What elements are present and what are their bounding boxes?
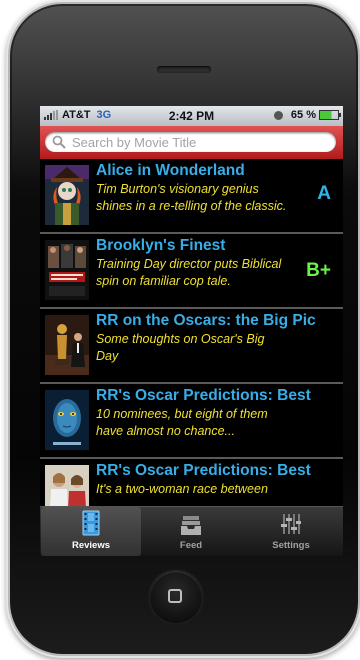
review-blurb: Training Day director puts Biblical spin…: [96, 256, 306, 290]
review-blurb-line: 10 nominees, but eight of them: [96, 407, 268, 421]
review-blurb-line: Tim Burton's visionary genius: [96, 182, 259, 196]
avatar-poster-icon: [45, 390, 89, 450]
tab-bar: Reviews Feed Settings: [40, 506, 343, 556]
actress-poster-icon: [45, 465, 89, 507]
review-blurb-line: spin on familiar cop tale.: [96, 274, 231, 288]
review-blurb-line: Some thoughts on Oscar's Big: [96, 332, 265, 346]
tab-feed[interactable]: Feed: [141, 507, 241, 556]
tab-reviews[interactable]: Reviews: [41, 507, 141, 556]
orientation-lock-icon: [273, 110, 283, 120]
review-blurb: Tim Burton's visionary genius shines in …: [96, 181, 306, 215]
tab-label: Settings: [272, 540, 310, 551]
film-strip-icon: [82, 510, 100, 536]
tab-label: Reviews: [71, 540, 111, 551]
review-blurb: 10 nominees, but eight of them have almo…: [96, 406, 306, 440]
alice-poster-icon: [45, 165, 89, 225]
review-row[interactable]: RR's Oscar Predictions: Best 10 nominees…: [40, 384, 343, 459]
tab-label: Feed: [179, 540, 203, 551]
review-title: RR on the Oscars: the Big Pic: [96, 312, 316, 329]
review-title: Brooklyn's Finest: [96, 237, 226, 254]
search-input[interactable]: [72, 134, 312, 150]
review-title: RR's Oscar Predictions: Best: [96, 387, 311, 404]
earpiece-speaker: [157, 66, 211, 73]
review-title: RR's Oscar Predictions: Best: [96, 462, 311, 479]
review-grade: A: [317, 183, 331, 204]
app-screen: AT&T 3G 2:42 PM 65 % Search by Movie Tit…: [40, 106, 343, 556]
tab-settings[interactable]: Settings: [241, 507, 341, 556]
review-blurb-line: shines in a re-telling of the classic.: [96, 199, 287, 213]
review-title: Alice in Wonderland: [96, 162, 245, 179]
review-blurb: Some thoughts on Oscar's Big Day: [96, 331, 306, 365]
battery-icon: [319, 110, 341, 120]
sliders-icon: [281, 514, 301, 534]
review-row[interactable]: Alice in Wonderland Tim Burton's visiona…: [40, 159, 343, 234]
review-blurb: It's a two-woman race between: [96, 481, 306, 498]
review-row[interactable]: Brooklyn's Finest Training Day director …: [40, 234, 343, 309]
battery-percent: 65 %: [290, 109, 316, 121]
brooklyns-finest-poster-icon: [45, 240, 89, 300]
search-field[interactable]: [45, 132, 336, 152]
review-blurb-line: have almost no chance...: [96, 424, 235, 438]
iphone-device-frame: AT&T 3G 2:42 PM 65 % Search by Movie Tit…: [10, 4, 358, 654]
home-square-icon: [168, 589, 182, 603]
review-grade: B+: [306, 260, 331, 281]
review-blurb-line: It's a two-woman race between: [96, 482, 268, 496]
review-row[interactable]: RR on the Oscars: the Big Pic Some thoug…: [40, 309, 343, 384]
review-blurb-line: Day: [96, 349, 119, 363]
search-icon: [52, 135, 66, 149]
search-bar: [40, 126, 343, 159]
home-button[interactable]: [150, 571, 202, 623]
status-right: 65 %: [273, 109, 341, 121]
inbox-tray-icon: [181, 516, 201, 535]
oscar-statue-poster-icon: [45, 315, 89, 375]
review-row[interactable]: RR's Oscar Predictions: Best It's a two-…: [40, 459, 343, 507]
review-blurb-line: Training Day director puts Biblical: [96, 257, 282, 271]
review-list[interactable]: Alice in Wonderland Tim Burton's visiona…: [40, 159, 343, 507]
status-bar: AT&T 3G 2:42 PM 65 %: [40, 106, 343, 126]
